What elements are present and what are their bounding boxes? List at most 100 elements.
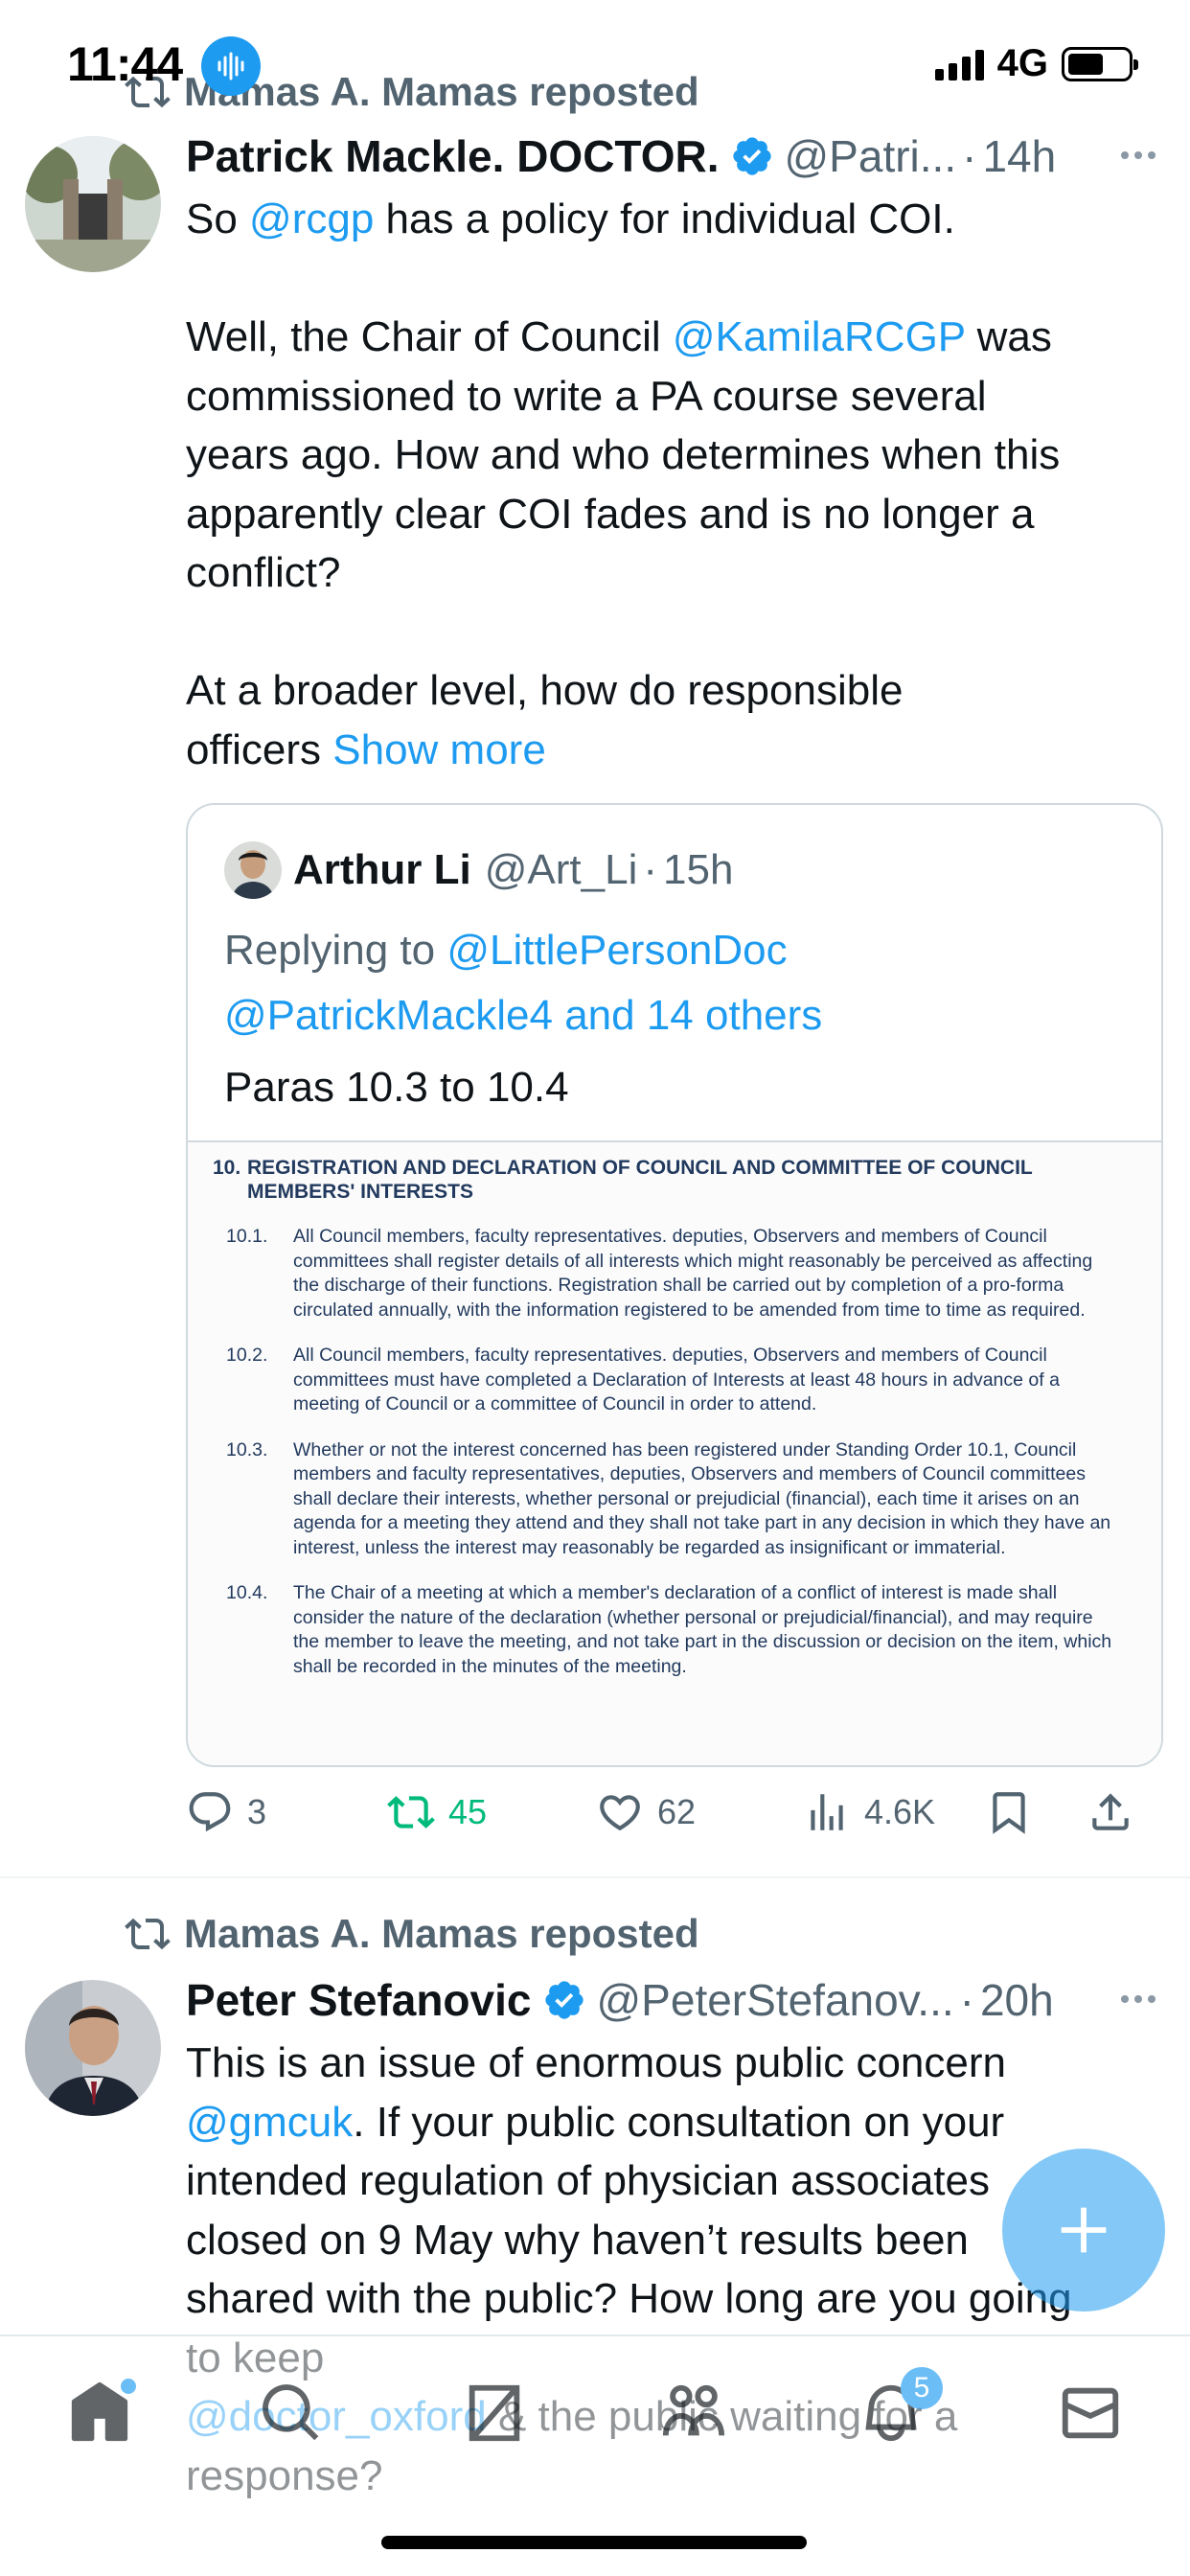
tweet-actions: 3 45 62 4.6K: [186, 1788, 1167, 1836]
document-heading-text: REGISTRATION AND DECLARATION OF COUNCIL …: [247, 1157, 1033, 1203]
text-segment: This is an issue of enormous public conc…: [186, 2039, 1006, 2086]
quote-timestamp: 15h: [663, 846, 734, 893]
reply-button[interactable]: 3: [186, 1788, 387, 1836]
quote-text: Paras 10.3 to 10.4: [224, 1064, 569, 1111]
search-icon: [263, 2384, 319, 2441]
home-unread-dot: [121, 2379, 136, 2394]
text-segment: years ago. How and who determines when t…: [186, 431, 1061, 478]
timestamp[interactable]: 20h: [980, 1974, 1054, 2026]
text-segment: intended regulation of physician associa…: [186, 2157, 990, 2204]
tweet-header: Patrick Mackle. DOCTOR. @Patri... · 14h: [186, 130, 1161, 182]
mention-link[interactable]: @gmcuk: [186, 2099, 353, 2146]
tweet-text-line: conflict?: [186, 543, 1152, 603]
document-heading-number: 10.: [213, 1157, 241, 1179]
author-handle[interactable]: @Patri...: [784, 130, 956, 182]
separator-dot: ·: [959, 1975, 974, 2025]
replying-to: Replying to @LittlePersonDoc @PatrickMac…: [224, 918, 822, 1048]
tweet-text-line: officers Show more: [186, 721, 1152, 780]
more-options-icon[interactable]: [1115, 132, 1161, 178]
repost-icon: [125, 1918, 171, 1950]
tweet-text-line: @gmcuk. If your public consultation on y…: [186, 2093, 1152, 2152]
repost-label: Mamas A. Mamas reposted: [184, 1911, 699, 1956]
home-indicator: [381, 2536, 807, 2549]
repost-button[interactable]: 45: [387, 1788, 596, 1836]
nav-communities[interactable]: [655, 2375, 732, 2451]
text-segment: . If your public consultation on your: [353, 2098, 1005, 2146]
text-segment: was: [965, 313, 1052, 360]
document-paragraph: 10.4. The Chair of a meeting at which a m…: [213, 1581, 1123, 1679]
show-more-link[interactable]: Show more: [332, 726, 546, 773]
text-segment: At a broader level, how do responsible: [186, 667, 904, 714]
share-icon: [1092, 1793, 1129, 1830]
text-segment: has a policy for individual COI.: [374, 196, 955, 242]
compose-button[interactable]: [1002, 2149, 1165, 2312]
replying-to-prefix: Replying to: [224, 927, 447, 974]
nav-messages[interactable]: [1052, 2375, 1129, 2451]
tweet[interactable]: Mamas A. Mamas reposted Patrick Mackle. …: [0, 0, 1190, 1876]
text-segment: officers: [186, 725, 333, 773]
nav-notifications[interactable]: 5: [853, 2367, 943, 2451]
paragraph-number: 10.4.: [226, 1582, 268, 1603]
paragraph-number: 10.3.: [226, 1438, 268, 1460]
network-label: 4G: [996, 42, 1048, 84]
plus-icon: [1061, 2207, 1107, 2253]
quote-author-handle: @Art_Li: [484, 846, 638, 893]
tweet-text-line: At a broader level, how do responsible: [186, 661, 1152, 721]
quoted-tweet[interactable]: Arthur Li @Art_Li · 15h Replying to @Lit…: [186, 803, 1163, 1767]
separator-dot: ·: [962, 131, 977, 181]
repost-icon: [387, 1796, 435, 1828]
nav-search[interactable]: [253, 2375, 330, 2451]
signal-icon: [934, 48, 984, 80]
quote-avatar: [224, 841, 282, 899]
like-button[interactable]: 62: [596, 1788, 803, 1836]
reply-icon: [189, 1792, 231, 1832]
views-icon: [811, 1794, 843, 1830]
verified-badge-icon: [545, 1981, 584, 2019]
replying-to-link[interactable]: @LittlePersonDoc: [446, 927, 787, 974]
paragraph-text: Whether or not the interest concerned ha…: [293, 1438, 1111, 1558]
views-button[interactable]: 4.6K: [803, 1788, 985, 1836]
text-segment: apparently clear COI fades and is no lon…: [186, 490, 1035, 538]
voice-memo-icon[interactable]: [201, 36, 261, 96]
separator-dot: ·: [643, 846, 658, 893]
document-heading: 10. REGISTRATION AND DECLARATION OF COUN…: [213, 1156, 1123, 1204]
text-segment: Well, the Chair of Council: [186, 313, 673, 360]
mention-link[interactable]: @rcgp: [249, 196, 374, 242]
avatar[interactable]: [25, 136, 161, 272]
author-handle[interactable]: @PeterStefanov...: [596, 1974, 953, 2026]
paragraph-text: The Chair of a meeting at which a member…: [293, 1582, 1112, 1677]
tweet-text-line: commissioned to write a PA course severa…: [186, 367, 1152, 426]
nav-grok[interactable]: [456, 2375, 533, 2451]
verified-badge-icon: [733, 137, 772, 175]
repost-context[interactable]: Mamas A. Mamas reposted: [125, 1911, 699, 1957]
paragraph-text: All Council members, faculty representat…: [293, 1345, 1060, 1414]
quote-author-name: Arthur Li: [293, 846, 471, 893]
more-options-icon[interactable]: [1115, 1976, 1161, 2022]
tweet-text-line: apparently clear COI fades and is no lon…: [186, 485, 1152, 544]
bookmark-button[interactable]: [985, 1788, 1087, 1836]
tweet-text-line: [186, 249, 1152, 309]
avatar[interactable]: [25, 1980, 161, 2116]
author-name[interactable]: Patrick Mackle. DOCTOR.: [186, 130, 719, 182]
author-name[interactable]: Peter Stefanovic: [186, 1974, 531, 2026]
paragraph-text: All Council members, faculty representat…: [293, 1226, 1093, 1321]
messages-icon: [1062, 2387, 1119, 2439]
timestamp[interactable]: 14h: [982, 130, 1056, 182]
reply-count: 3: [247, 1792, 267, 1831]
like-count: 62: [657, 1792, 697, 1831]
share-button[interactable]: [1087, 1788, 1144, 1836]
mention-link[interactable]: @KamilaRCGP: [673, 313, 966, 360]
tweet-text: So @rcgp has a policy for individual COI…: [186, 190, 1152, 779]
document-screenshot[interactable]: 10. REGISTRATION AND DECLARATION OF COUN…: [188, 1140, 1161, 1765]
tweet-text-line: shared with the public? How long are you…: [186, 2269, 1152, 2329]
battery-icon: [1062, 46, 1138, 81]
repost-count: 45: [448, 1792, 488, 1831]
tweet-header: Peter Stefanovic @PeterStefanov... · 20h: [186, 1974, 1161, 2026]
paragraph-number: 10.2.: [226, 1345, 268, 1366]
view-count: 4.6K: [864, 1792, 936, 1831]
tweet-text-line: Well, the Chair of Council @KamilaRCGP w…: [186, 308, 1152, 367]
nav-home[interactable]: [61, 2375, 138, 2451]
replying-to-others-link[interactable]: @PatrickMackle4 and 14 others: [224, 983, 822, 1048]
tweet-text-line: This is an issue of enormous public conc…: [186, 2034, 1152, 2093]
document-paragraph: 10.1. All Council members, faculty repres…: [213, 1225, 1123, 1322]
